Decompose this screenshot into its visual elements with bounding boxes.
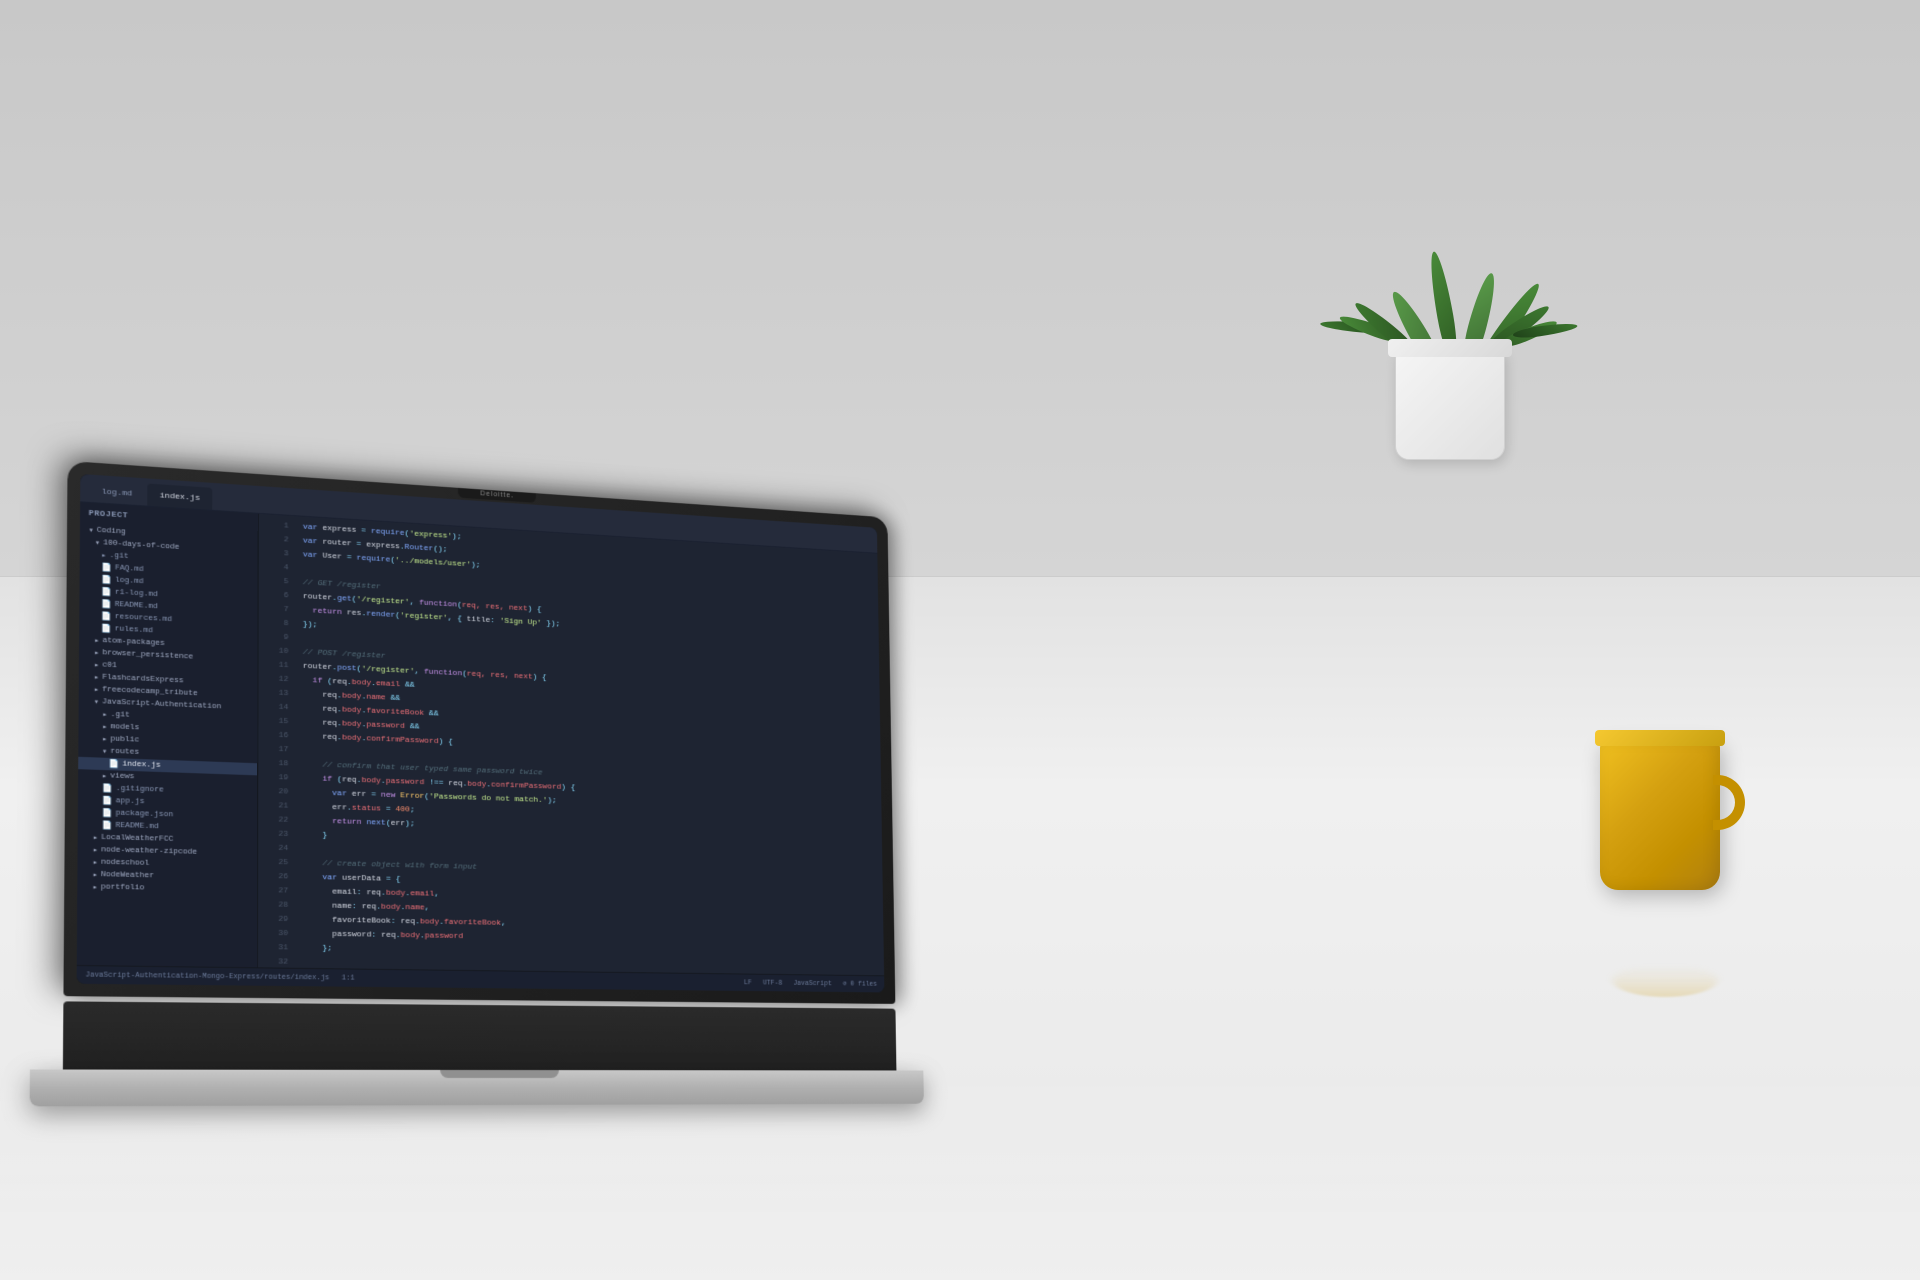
status-files: ⊘ 0 files bbox=[843, 980, 877, 989]
laptop: Deloitte. log.md index.js Project ▾Codin… bbox=[30, 459, 924, 1080]
status-charset: UTF-8 bbox=[763, 979, 783, 987]
tab-log-md[interactable]: log.md bbox=[89, 480, 145, 506]
plant-leaves bbox=[1350, 90, 1550, 370]
line-numbers: 12345 678910 1112131415 1617181920 21222… bbox=[258, 514, 295, 968]
status-encoding: LF bbox=[744, 979, 752, 987]
code-editor-area[interactable]: 12345 678910 1112131415 1617181920 21222… bbox=[258, 514, 884, 976]
mug-body bbox=[1600, 740, 1720, 890]
screen-bezel: log.md index.js Project ▾Coding ▾100-day… bbox=[77, 474, 885, 992]
laptop-base bbox=[30, 1069, 924, 1106]
plant-pot bbox=[1395, 350, 1505, 460]
code-content: 12345 678910 1112131415 1617181920 21222… bbox=[258, 514, 884, 976]
ide-sidebar: Project ▾Coding ▾100-days-of-code ▸.git … bbox=[77, 502, 259, 967]
plant bbox=[1320, 120, 1580, 540]
status-language: JavaScript bbox=[793, 979, 832, 987]
coffee-mug bbox=[1600, 730, 1730, 890]
tab-index-js[interactable]: index.js bbox=[147, 483, 213, 509]
code-lines: var express = require('express'); var ro… bbox=[294, 516, 884, 975]
status-path: JavaScript-Authentication-Mongo-Express/… bbox=[85, 971, 329, 982]
status-cursor: 1:1 bbox=[342, 974, 355, 982]
ide-main-area: Project ▾Coding ▾100-days-of-code ▸.git … bbox=[77, 502, 884, 975]
tree-portfolio[interactable]: ▸portfolio bbox=[77, 881, 257, 897]
ide-editor: log.md index.js Project ▾Coding ▾100-day… bbox=[77, 474, 885, 992]
laptop-screen-lid: Deloitte. log.md index.js Project ▾Codin… bbox=[63, 461, 895, 1004]
